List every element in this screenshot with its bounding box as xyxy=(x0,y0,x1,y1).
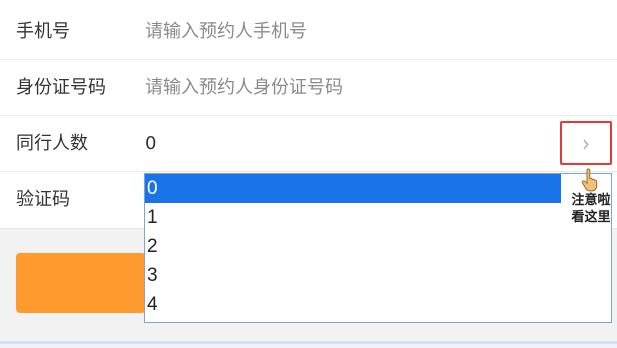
phone-label: 手机号 xyxy=(16,21,70,42)
phone-input[interactable]: 请输入预约人手机号 xyxy=(145,4,307,60)
dropdown-option-2[interactable]: 2 xyxy=(145,232,611,261)
pointing-hand-icon xyxy=(581,168,598,192)
annotation-line-1: 注意啦 xyxy=(571,193,611,208)
bottom-divider xyxy=(0,341,617,344)
companions-select[interactable]: 0 xyxy=(145,116,156,172)
companions-label: 同行人数 xyxy=(16,133,88,154)
idcard-label: 身份证号码 xyxy=(16,77,106,98)
dropdown-option-1[interactable]: 1 xyxy=(145,203,611,232)
idcard-row: 身份证号码 请输入预约人身份证号码 xyxy=(0,60,617,116)
annotation-note: 注意啦 看这里 xyxy=(566,192,616,226)
idcard-input[interactable]: 请输入预约人身份证号码 xyxy=(145,60,343,116)
page: 手机号 请输入预约人手机号 身份证号码 请输入预约人身份证号码 同行人数 0 验… xyxy=(0,0,617,348)
submit-button[interactable] xyxy=(16,253,146,313)
phone-row: 手机号 请输入预约人手机号 xyxy=(0,4,617,60)
dropdown-option-3[interactable]: 3 xyxy=(145,261,611,290)
companions-row[interactable]: 同行人数 0 xyxy=(0,116,617,172)
dropdown-option-0[interactable]: 0 xyxy=(145,174,561,203)
annotation-line-2: 看这里 xyxy=(571,210,611,225)
companions-dropdown-toggle[interactable]: › xyxy=(560,121,612,165)
dropdown-option-4[interactable]: 4 xyxy=(145,290,611,319)
chevron-right-icon: › xyxy=(582,128,590,158)
companions-dropdown-list[interactable]: 0 1 2 3 4 xyxy=(144,173,612,323)
captcha-label: 验证码 xyxy=(16,189,70,210)
